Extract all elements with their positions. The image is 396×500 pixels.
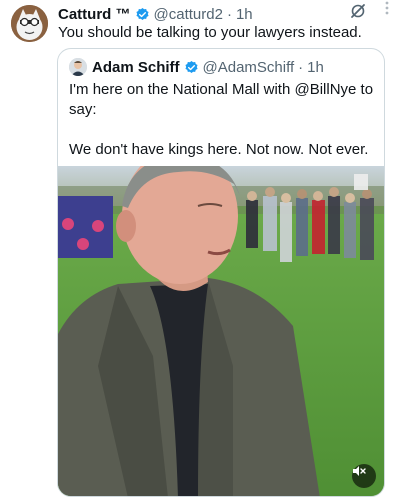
separator-dot: · [298, 58, 304, 76]
more-icon[interactable] [378, 0, 396, 20]
tweet-header: Catturd ™ @catturd2 · 1h [58, 4, 384, 24]
quoted-author-handle: @AdamSchiff [202, 58, 295, 76]
video-player[interactable] [58, 166, 384, 496]
tweet-time[interactable]: 1h [236, 6, 253, 23]
quoted-header: Adam Schiff @AdamSchiff · 1h [92, 57, 374, 77]
quoted-text-line1: I'm here on the National Mall with @Bill… [69, 81, 374, 118]
quoted-text: I'm here on the National Mall with @Bill… [69, 80, 374, 180]
volume-muted-icon[interactable] [352, 464, 376, 488]
author-avatar[interactable] [11, 5, 48, 42]
quoted-tweet[interactable]: Adam Schiff @AdamSchiff · 1h I'm here on… [57, 48, 385, 497]
separator-dot: · [226, 5, 232, 23]
author-name[interactable]: Catturd ™ [58, 6, 131, 23]
verified-badge-icon [135, 7, 150, 22]
quoted-author-avatar [69, 58, 87, 76]
quoted-author-name: Adam Schiff [92, 58, 180, 76]
video-frame [58, 166, 384, 496]
tweet-text: You should be talking to your lawyers in… [58, 24, 362, 41]
author-handle[interactable]: @catturd2 [154, 6, 223, 23]
tweet[interactable]: Catturd ™ @catturd2 · 1h You should be t… [0, 0, 396, 500]
verified-badge-icon [184, 60, 199, 75]
quoted-time: 1h [307, 58, 324, 76]
quoted-text-line2: We don't have kings here. Not now. Not e… [69, 141, 369, 158]
grok-icon[interactable] [350, 3, 366, 19]
